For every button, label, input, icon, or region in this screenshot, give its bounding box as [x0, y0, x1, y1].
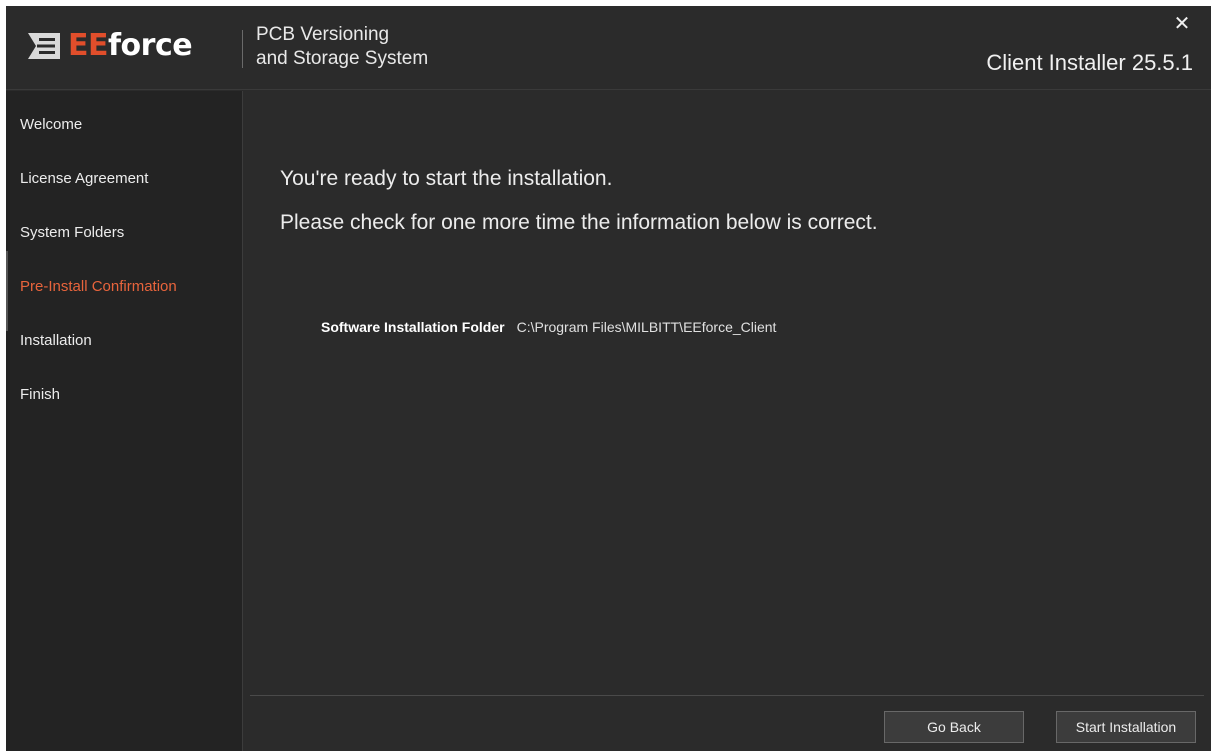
step-installation[interactable]: Installation [6, 331, 243, 385]
header: EEforce PCB Versioning and Storage Syste… [6, 6, 1211, 90]
header-divider [242, 30, 243, 68]
step-finish[interactable]: Finish [6, 385, 243, 439]
step-license-agreement[interactable]: License Agreement [6, 169, 243, 223]
steps-sidebar: Welcome License Agreement System Folders… [6, 91, 243, 751]
step-pre-install-confirmation[interactable]: Pre-Install Confirmation [6, 251, 243, 331]
product-name-line1: PCB Versioning [256, 24, 390, 45]
brand-suffix: force [108, 28, 193, 63]
step-system-folders[interactable]: System Folders [6, 223, 243, 277]
close-icon[interactable]: ✕ [1171, 12, 1193, 34]
install-folder-label: Software Installation Folder [321, 319, 505, 335]
go-back-button[interactable]: Go Back [884, 711, 1024, 743]
eeforce-logo-icon [28, 33, 60, 59]
brand-logo: EEforce [26, 26, 193, 66]
footer-divider [250, 695, 1204, 696]
installer-title: Client Installer 25.5.1 [986, 50, 1193, 75]
step-welcome[interactable]: Welcome [6, 115, 243, 169]
install-folder-value: C:\Program Files\MILBITT\EEforce_Client [516, 319, 777, 335]
start-installation-button[interactable]: Start Installation [1056, 711, 1196, 743]
main-panel: You're ready to start the installation. … [244, 91, 1211, 751]
brand-prefix: EE [68, 28, 109, 63]
install-folder-row: Software Installation Folder C:\Program F… [321, 319, 776, 335]
steps-list: Welcome License Agreement System Folders… [6, 115, 243, 439]
check-heading: Please check for one more time the infor… [280, 211, 878, 234]
ready-heading: You're ready to start the installation. [280, 167, 613, 190]
brand-wordmark: EEforce [68, 26, 193, 66]
installer-window: EEforce PCB Versioning and Storage Syste… [6, 6, 1211, 751]
product-name-line2: and Storage System [256, 48, 429, 69]
product-name: PCB Versioning and Storage System [256, 23, 476, 71]
